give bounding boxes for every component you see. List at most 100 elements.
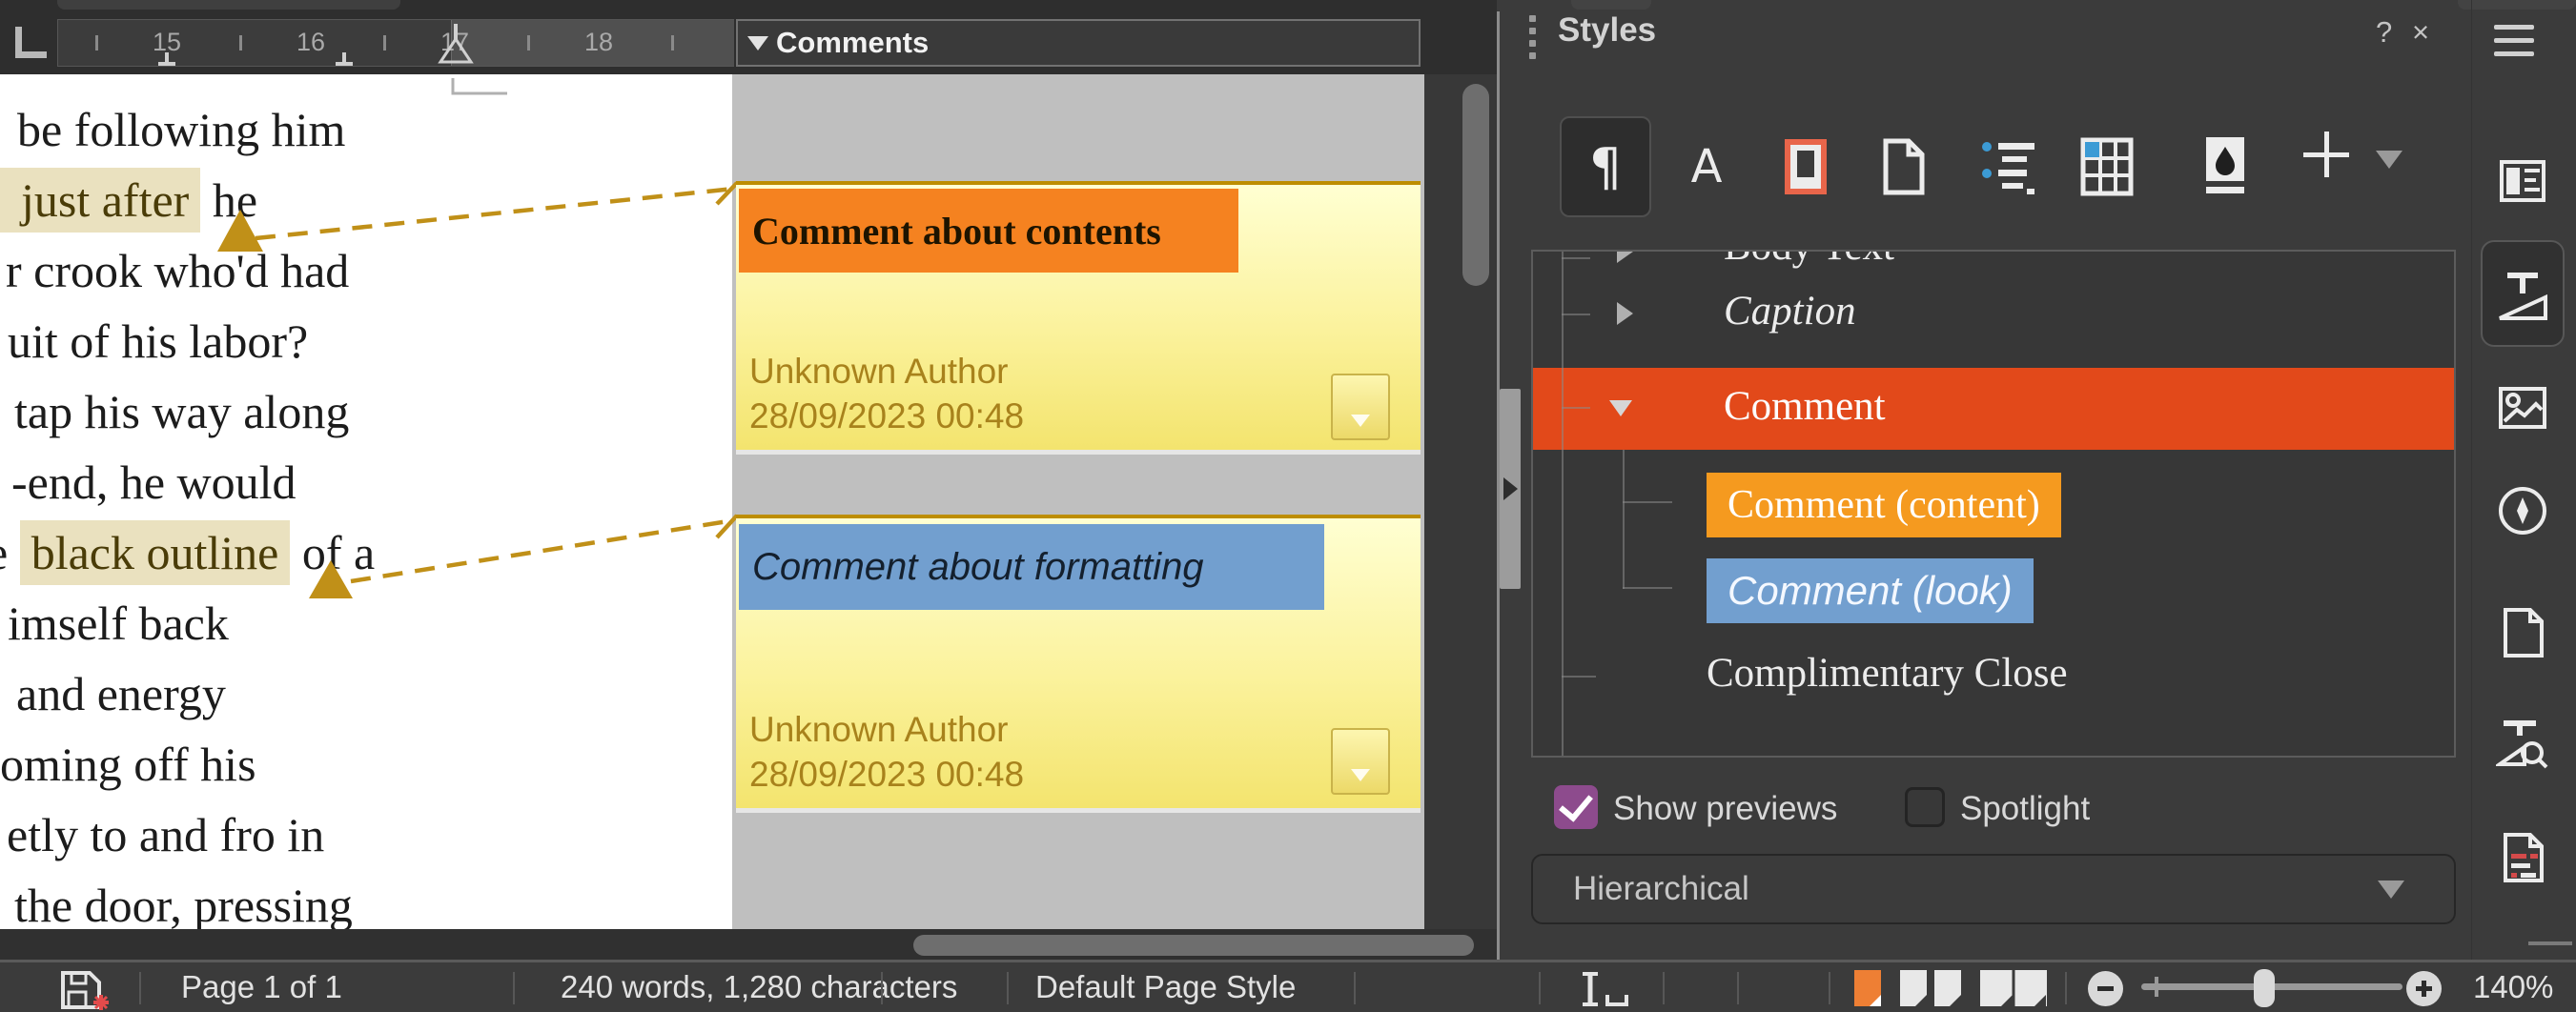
document-line[interactable]: imself back	[8, 588, 229, 658]
comments-header-label: Comments	[776, 26, 930, 59]
libreoffice-writer-window: 15 16 17 18 Comments be following him ju…	[0, 0, 2576, 1012]
text-cursor-mode-icon[interactable]	[1571, 970, 1638, 1008]
comment-timestamp: 28/09/2023 00:48	[749, 396, 1025, 435]
fill-format-mode-button[interactable]	[2200, 135, 2250, 198]
tab-page[interactable]	[2496, 606, 2549, 659]
word-count-status[interactable]: 240 words, 1,280 characters	[561, 962, 957, 1012]
style-filter-dropdown[interactable]: Hierarchical	[1531, 854, 2456, 924]
tab-navigator[interactable]	[2496, 484, 2549, 537]
character-icon: A	[1690, 140, 1723, 193]
comment-box-formatting[interactable]: Comment about formatting Unknown Author …	[736, 515, 1421, 808]
comment-box-contents[interactable]: Comment about contents Unknown Author 28…	[736, 181, 1421, 450]
tab-style-inspector[interactable]	[2496, 717, 2549, 770]
zoom-in-button[interactable]	[2406, 971, 2442, 1006]
tab-accessibility-check[interactable]	[2496, 831, 2549, 884]
style-item-comment[interactable]: Comment	[1724, 383, 1886, 430]
document-line[interactable]: etly to and fro in	[7, 799, 324, 870]
zoom-out-button[interactable]	[2088, 971, 2123, 1006]
tab-stop-marker[interactable]	[336, 52, 353, 66]
ruler-tick	[95, 35, 98, 51]
sidebar-menu-icon[interactable]	[2494, 25, 2534, 56]
status-bar: Page 1 of 1 240 words, 1,280 characters …	[0, 960, 2576, 1012]
paragraph-styles-button[interactable]: ¶	[1560, 116, 1651, 217]
styles-list[interactable]: Body Text Caption Comment Comment (conte…	[1531, 250, 2456, 758]
document-line[interactable]: just after he	[0, 165, 257, 235]
panel-drag-grip[interactable]	[1529, 15, 1536, 59]
document-line[interactable]: uit of his labor?	[8, 306, 308, 376]
panel-title: Styles	[1558, 11, 1657, 49]
tab-type-selector[interactable]	[15, 27, 47, 58]
zoom-slider-notch	[2155, 977, 2158, 997]
style-filter-value: Hierarchical	[1573, 870, 1749, 907]
document-line[interactable]: -end, he would	[11, 447, 296, 517]
tab-properties[interactable]	[2496, 154, 2549, 208]
style-actions-dropdown[interactable]	[2376, 151, 2402, 169]
toolbar-button-remnant	[2458, 0, 2576, 10]
page-style-status[interactable]: Default Page Style	[1035, 962, 1296, 1012]
tab-styles-icon[interactable]	[2496, 269, 2549, 322]
show-previews-checkbox[interactable]	[1554, 785, 1598, 829]
horizontal-scrollbar-thumb[interactable]	[913, 935, 1474, 956]
indent-marker[interactable]	[436, 22, 478, 66]
document-line[interactable]: oming off his	[0, 729, 256, 799]
tabstrip-divider	[2471, 0, 2472, 960]
document-line[interactable]: tap his way along	[14, 376, 349, 447]
expander-icon[interactable]	[1617, 302, 1633, 325]
zoom-slider-thumb[interactable]	[2254, 969, 2275, 1007]
character-styles-button[interactable]: A	[1678, 124, 1735, 210]
toolbar-button-remnant	[1571, 0, 1651, 10]
expander-icon[interactable]	[1617, 252, 1633, 263]
horizontal-scrollbar[interactable]	[0, 929, 1497, 960]
expander-icon[interactable]	[1609, 400, 1632, 416]
ruler-number: 16	[296, 28, 326, 56]
frame-styles-button[interactable]	[1785, 139, 1827, 194]
ruler-tick	[671, 35, 674, 51]
comment-menu-button[interactable]	[1331, 374, 1390, 440]
tab-gallery[interactable]	[2496, 381, 2549, 435]
document-line[interactable]: the door, pressing	[14, 870, 353, 929]
chevron-down-icon	[2378, 880, 2404, 899]
multi-page-view-icon[interactable]	[1899, 969, 1966, 1009]
save-status-icon[interactable]	[59, 969, 112, 1011]
ruler-tick	[383, 35, 386, 51]
styles-list-selected-row[interactable]	[1533, 368, 2454, 450]
style-item-caption[interactable]: Caption	[1724, 288, 1856, 334]
comments-column-header[interactable]: Comments	[736, 19, 1421, 67]
comment-title-highlighted[interactable]: Comment about formatting	[739, 524, 1324, 610]
document-line[interactable]: r crook who'd had	[6, 235, 349, 306]
comment-meta: Unknown Author 28/09/2023 00:48	[749, 707, 1024, 797]
style-item-comment-content[interactable]: Comment (content)	[1707, 473, 2061, 537]
spotlight-checkbox[interactable]	[1905, 787, 1945, 827]
comment-meta: Unknown Author 28/09/2023 00:48	[749, 349, 1024, 438]
comment-connector-line	[255, 186, 735, 241]
document-line[interactable]: e black outline of a	[0, 517, 375, 588]
single-page-view-icon[interactable]	[1853, 969, 1884, 1009]
list-styles-button[interactable]	[1981, 139, 2038, 196]
style-item-body-text[interactable]: Body Text	[1724, 252, 1894, 270]
document-canvas[interactable]: be following him just after he r crook w…	[0, 74, 1497, 929]
chevron-right-icon	[1503, 477, 1518, 500]
show-previews-label: Show previews	[1613, 790, 1838, 827]
book-view-icon[interactable]	[1979, 969, 2052, 1009]
style-item-comment-look[interactable]: Comment (look)	[1707, 558, 2034, 623]
page-styles-button[interactable]	[1880, 137, 1928, 196]
sidebar-collapse-handle[interactable]	[1500, 389, 1521, 589]
tab-stop-marker[interactable]	[158, 52, 175, 66]
style-item-complimentary-close[interactable]: Complimentary Close	[1707, 650, 2068, 697]
table-styles-button[interactable]	[2080, 137, 2136, 196]
panel-close-button[interactable]: ×	[2412, 15, 2429, 50]
comment-anchor-highlight: black outline	[19, 520, 291, 585]
document-line[interactable]: and energy	[16, 658, 226, 729]
horizontal-ruler[interactable]: 15 16 17 18	[57, 19, 734, 67]
document-line[interactable]: be following him	[17, 94, 345, 165]
page-number-status[interactable]: Page 1 of 1	[181, 962, 342, 1012]
toolbar-button-remnant	[57, 0, 400, 10]
new-style-button[interactable]	[2303, 132, 2349, 177]
panel-help-button[interactable]: ?	[2376, 15, 2392, 50]
vertical-scrollbar-thumb[interactable]	[1462, 84, 1489, 286]
comment-title-highlighted[interactable]: Comment about contents	[739, 189, 1238, 273]
panel-resize-grip[interactable]	[2528, 941, 2572, 945]
ruler-tick	[527, 35, 530, 51]
zoom-level-status[interactable]: 140%	[2473, 962, 2553, 1012]
comment-menu-button[interactable]	[1331, 728, 1390, 795]
